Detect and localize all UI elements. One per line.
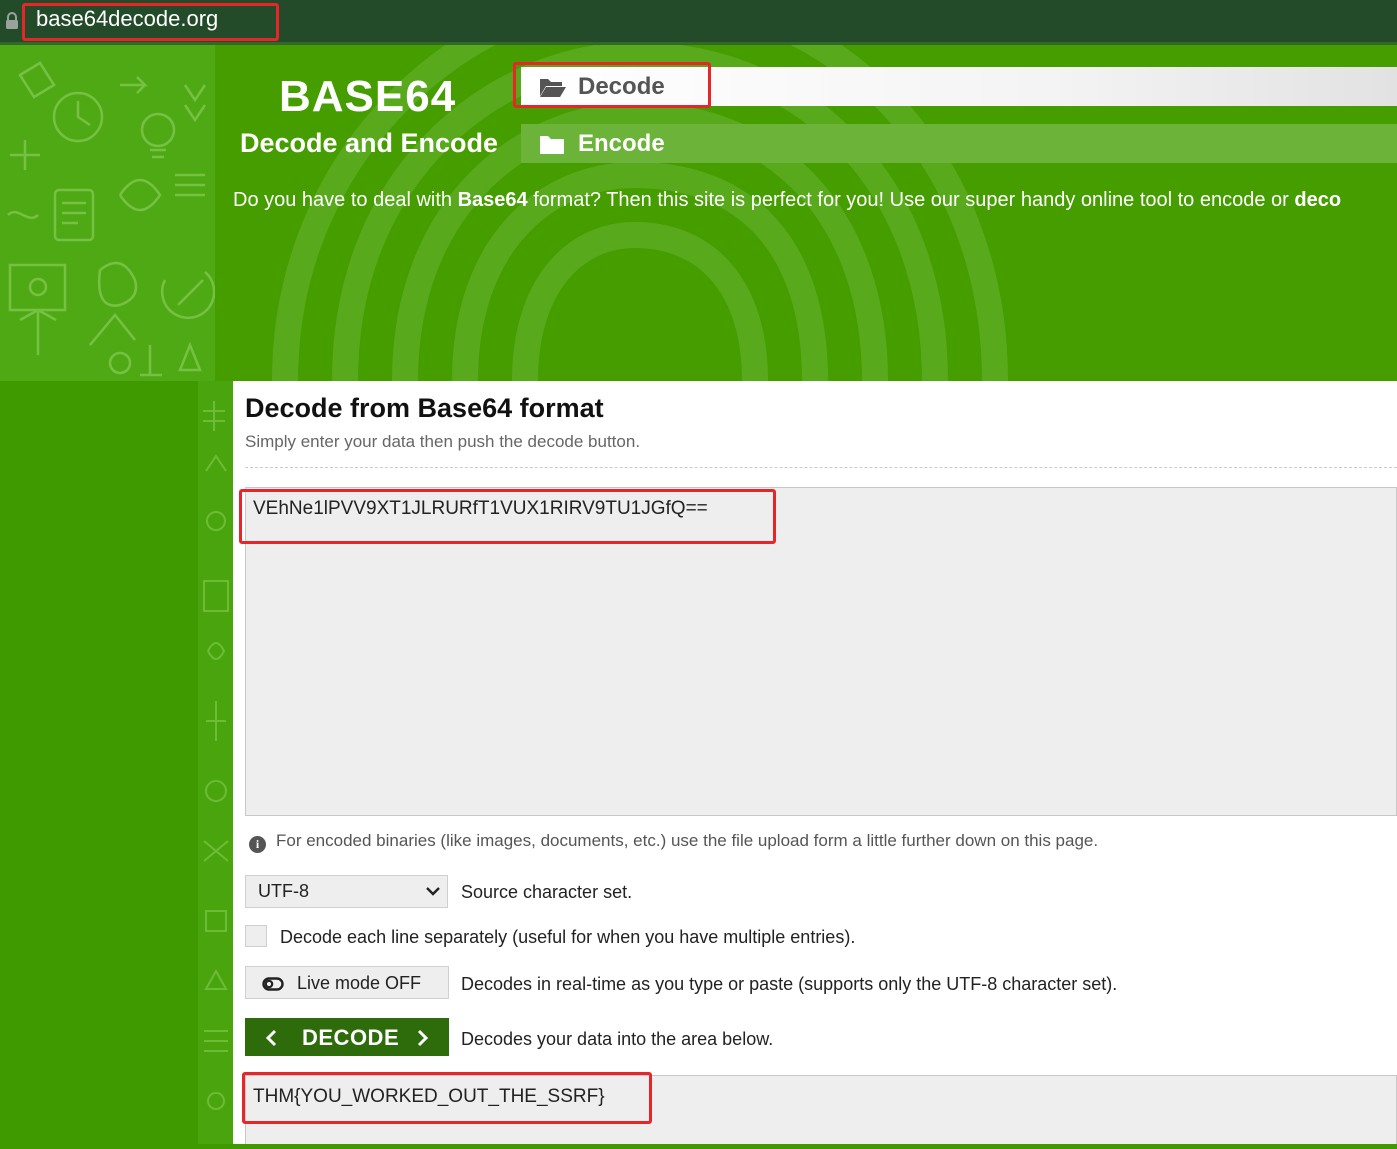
- decode-lines-checkbox[interactable]: [245, 925, 267, 947]
- tab-encode-label: Encode: [578, 130, 665, 157]
- doodle-background: [0, 45, 215, 381]
- chevron-down-icon: [426, 887, 440, 896]
- doodle-pattern: [7, 61, 215, 377]
- toggle-icon: [262, 977, 284, 991]
- side-doodle-pattern: [203, 401, 229, 1110]
- tab-encode[interactable]: Encode: [521, 124, 1397, 163]
- left-background: [0, 381, 198, 1144]
- site-tagline: Do you have to deal with Base64 format? …: [233, 189, 1342, 211]
- decode-lines-label[interactable]: Decode each line separately (useful for …: [280, 927, 855, 948]
- decode-button[interactable]: DECODE: [245, 1018, 449, 1056]
- charset-select[interactable]: UTF-8: [245, 875, 448, 908]
- logo-subtitle: Decode and Encode: [240, 128, 499, 158]
- live-mode-toggle[interactable]: Live mode OFF: [245, 966, 449, 999]
- side-doodle-strip: [198, 381, 234, 1144]
- live-mode-label: Live mode OFF: [297, 973, 422, 993]
- chevron-right-icon: [417, 1029, 429, 1047]
- chevron-left-icon: [265, 1029, 277, 1047]
- info-icon: i: [249, 836, 266, 853]
- page-subtitle: Simply enter your data then push the dec…: [245, 432, 641, 451]
- live-mode-description: Decodes in real-time as you type or past…: [461, 974, 1118, 994]
- decode-button-description: Decodes your data into the area below.: [461, 1029, 774, 1049]
- info-note: i For encoded binaries (like images, docu…: [249, 831, 1098, 853]
- highlight-decode-tab: [513, 62, 711, 108]
- highlight-url: [22, 3, 279, 41]
- decode-button-label: DECODE: [302, 1025, 400, 1050]
- page-title: Decode from Base64 format: [245, 393, 604, 423]
- logo-title[interactable]: BASE64: [279, 72, 456, 122]
- lock-icon: [6, 12, 18, 29]
- highlight-output: [242, 1072, 652, 1124]
- folder-icon: [540, 136, 564, 154]
- divider: [245, 467, 1397, 468]
- charset-label: Source character set.: [461, 882, 633, 902]
- charset-value: UTF-8: [258, 881, 309, 901]
- highlight-input: [239, 489, 776, 544]
